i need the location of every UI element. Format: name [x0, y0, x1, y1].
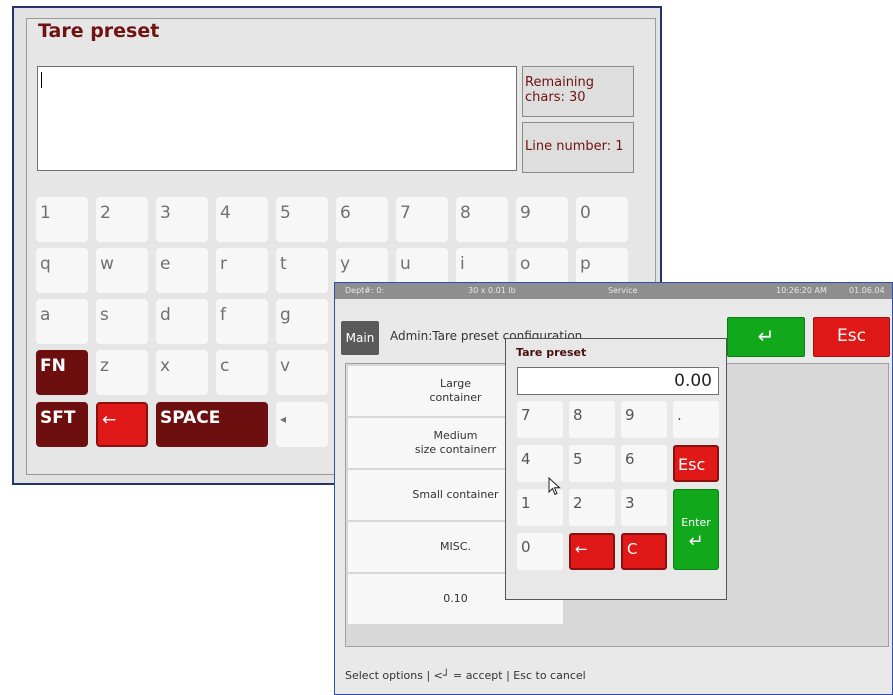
- mode-status: Service: [608, 286, 638, 295]
- popup-enter-button[interactable]: Enter ↵: [673, 489, 719, 570]
- key-1[interactable]: 1: [36, 197, 88, 242]
- status-bar: Dept#: 0: 30 x 0.01 lb Service 10:26:20 …: [335, 283, 892, 299]
- esc-button[interactable]: Esc: [813, 317, 890, 357]
- key-e[interactable]: e: [156, 248, 208, 293]
- mouse-pointer-icon: [548, 477, 561, 496]
- scale-status: 30 x 0.01 lb: [468, 286, 516, 295]
- option-label: MISC.: [440, 540, 471, 553]
- numpad-2[interactable]: 2: [569, 489, 615, 526]
- arrow-left-key[interactable]: ◂: [276, 402, 328, 447]
- key-z[interactable]: z: [96, 350, 148, 395]
- numpad-backspace[interactable]: ←: [569, 533, 615, 570]
- option-label-line2: size containerr: [414, 443, 497, 456]
- fn-key[interactable]: FN: [36, 350, 88, 395]
- key-2[interactable]: 2: [96, 197, 148, 242]
- numpad-7[interactable]: 7: [517, 401, 563, 438]
- key-8[interactable]: 8: [456, 197, 508, 242]
- key-a[interactable]: a: [36, 299, 88, 344]
- key-d[interactable]: d: [156, 299, 208, 344]
- option-label: Small container: [412, 488, 499, 501]
- key-f[interactable]: f: [216, 299, 268, 344]
- accept-button[interactable]: ↵: [727, 317, 805, 357]
- backspace-key[interactable]: ←: [96, 402, 148, 447]
- numpad-6[interactable]: 6: [621, 445, 667, 482]
- key-s[interactable]: s: [96, 299, 148, 344]
- main-button[interactable]: Main: [341, 321, 379, 355]
- key-7[interactable]: 7: [396, 197, 448, 242]
- key-x[interactable]: x: [156, 350, 208, 395]
- key-v[interactable]: v: [276, 350, 328, 395]
- shift-key[interactable]: SFT: [36, 402, 88, 447]
- key-g[interactable]: g: [276, 299, 328, 344]
- option-label-line1: Large: [440, 377, 471, 390]
- dept-status: Dept#: 0:: [345, 286, 385, 295]
- numpad-5[interactable]: 5: [569, 445, 615, 482]
- space-key[interactable]: SPACE: [156, 402, 268, 447]
- numpad-8[interactable]: 8: [569, 401, 615, 438]
- numpad-3[interactable]: 3: [621, 489, 667, 526]
- tare-text-input[interactable]: [37, 66, 517, 171]
- popup-esc-button[interactable]: Esc: [673, 445, 719, 482]
- key-9[interactable]: 9: [516, 197, 568, 242]
- enter-icon: ↵: [688, 531, 704, 552]
- key-0[interactable]: 0: [576, 197, 628, 242]
- help-text: Select options | <┘ = accept | Esc to ca…: [345, 669, 586, 682]
- remaining-value: chars: 30: [525, 90, 586, 105]
- remaining-label: Remaining: [525, 75, 595, 90]
- key-c[interactable]: c: [216, 350, 268, 395]
- enter-icon: ↵: [757, 324, 775, 348]
- option-label: 0.10: [443, 592, 468, 605]
- date-status: 01.06.04: [849, 286, 885, 295]
- numpad-clear[interactable]: C: [621, 533, 667, 570]
- key-t[interactable]: t: [276, 248, 328, 293]
- popup-title: Tare preset: [516, 346, 587, 359]
- key-6[interactable]: 6: [336, 197, 388, 242]
- text-caret: [41, 72, 42, 88]
- option-label-line2: container: [429, 391, 482, 404]
- keyboard-window-title: Tare preset: [38, 20, 160, 42]
- numpad-decimal[interactable]: .: [673, 401, 719, 438]
- key-r[interactable]: r: [216, 248, 268, 293]
- key-w[interactable]: w: [96, 248, 148, 293]
- option-label-line1: Medium: [433, 429, 478, 442]
- key-5[interactable]: 5: [276, 197, 328, 242]
- key-q[interactable]: q: [36, 248, 88, 293]
- time-status: 10:26:20 AM: [776, 286, 827, 295]
- remaining-chars-box: Remaining chars: 30: [522, 66, 634, 117]
- key-3[interactable]: 3: [156, 197, 208, 242]
- numpad-0[interactable]: 0: [517, 533, 563, 570]
- tare-value-display[interactable]: 0.00: [517, 367, 719, 395]
- line-number-box: Line number: 1: [522, 122, 634, 173]
- tare-preset-popup: Tare preset 0.00 7 8 9 . 4 5 6 Esc 1 2 3…: [505, 338, 727, 600]
- enter-label: Enter: [681, 516, 711, 529]
- key-4[interactable]: 4: [216, 197, 268, 242]
- numpad-9[interactable]: 9: [621, 401, 667, 438]
